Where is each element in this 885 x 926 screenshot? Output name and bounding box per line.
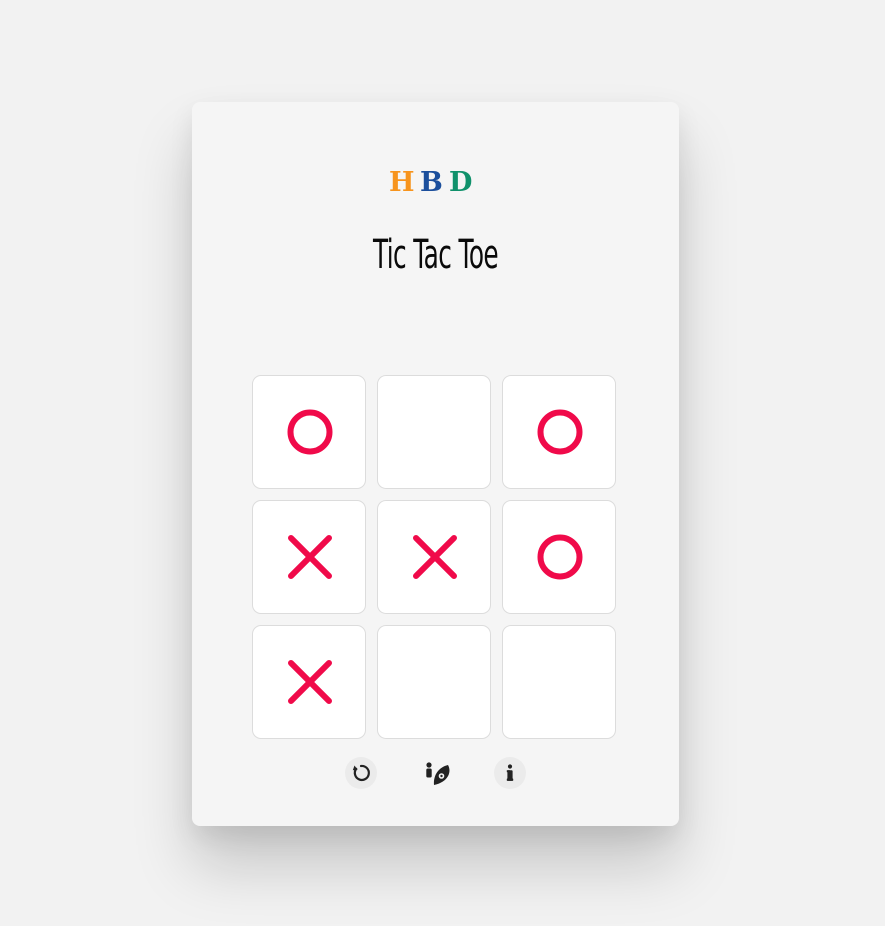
players-mode-button[interactable] xyxy=(421,757,453,789)
svg-text:D: D xyxy=(449,168,472,194)
x-mark-icon xyxy=(288,535,332,579)
player-vs-computer-icon xyxy=(426,762,450,785)
restart-icon xyxy=(352,764,370,782)
x-mark-icon xyxy=(288,660,332,704)
game-card: H B D Tic Tac Toe xyxy=(192,102,679,826)
board-cell-1-3[interactable] xyxy=(502,375,616,489)
board-cell-2-3[interactable] xyxy=(502,500,616,614)
info-icon xyxy=(506,764,514,781)
board-cell-3-2[interactable] xyxy=(377,625,491,739)
x-mark-icon xyxy=(413,535,457,579)
game-board xyxy=(252,375,618,741)
hbd-logo: H B D xyxy=(389,168,472,194)
info-button[interactable] xyxy=(494,757,526,789)
board-cell-1-1[interactable] xyxy=(252,375,366,489)
o-mark-icon xyxy=(537,534,583,580)
board-cell-3-1[interactable] xyxy=(252,625,366,739)
board-cell-3-3[interactable] xyxy=(502,625,616,739)
board-cell-2-1[interactable] xyxy=(252,500,366,614)
o-mark-icon xyxy=(287,409,333,455)
control-bar xyxy=(192,757,679,789)
board-cell-2-2[interactable] xyxy=(377,500,491,614)
restart-button[interactable] xyxy=(345,757,377,789)
svg-text:H: H xyxy=(389,168,415,194)
page-title: Tic Tac Toe xyxy=(372,232,499,278)
o-mark-icon xyxy=(537,409,583,455)
svg-text:B: B xyxy=(420,168,443,194)
board-cell-1-2[interactable] xyxy=(377,375,491,489)
